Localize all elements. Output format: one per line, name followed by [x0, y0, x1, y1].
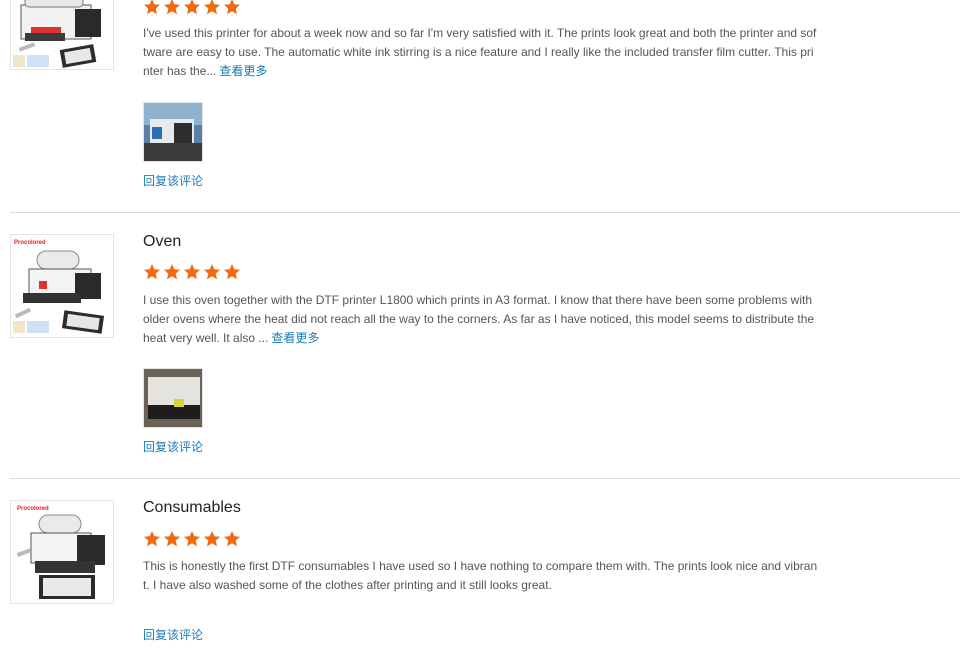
star-icon — [204, 531, 220, 547]
read-more-link[interactable]: 查看更多 — [271, 331, 319, 345]
star-icon — [204, 264, 220, 280]
review-photo[interactable] — [143, 368, 203, 428]
star-icon — [184, 531, 200, 547]
review-text: I've used this printer for about a week … — [143, 24, 819, 81]
reply-link[interactable]: 回复该评论 — [143, 174, 203, 188]
reply-link[interactable]: 回复该评论 — [143, 440, 203, 454]
review-title: Oven — [143, 233, 182, 250]
rating-stars — [143, 530, 241, 548]
review-body: This is honestly the first DTF consumabl… — [143, 559, 818, 592]
photo-image-icon — [144, 369, 202, 427]
product-thumbnail[interactable]: Procolored — [10, 500, 114, 604]
rating-stars — [143, 263, 241, 281]
review-divider — [10, 478, 960, 479]
brand-logo: Procolored — [14, 240, 46, 246]
star-icon — [164, 0, 180, 15]
star-icon — [184, 264, 200, 280]
star-icon — [184, 0, 200, 15]
star-icon — [164, 531, 180, 547]
star-icon — [224, 0, 240, 15]
read-more-link[interactable]: 查看更多 — [219, 64, 267, 78]
star-icon — [144, 0, 160, 15]
star-icon — [144, 531, 160, 547]
review-divider — [10, 212, 960, 213]
reply-link[interactable]: 回复该评论 — [143, 628, 203, 642]
star-icon — [224, 531, 240, 547]
star-icon — [224, 264, 240, 280]
printer-image-icon: Procolored — [13, 240, 105, 334]
review-body: I use this oven together with the DTF pr… — [143, 293, 815, 345]
star-icon — [144, 264, 160, 280]
review-photo[interactable] — [143, 102, 203, 162]
review-title: Consumables — [143, 499, 241, 516]
product-thumbnail[interactable]: Procolored — [10, 234, 114, 338]
photo-image-icon — [144, 103, 202, 161]
printer-image-icon — [13, 0, 101, 68]
review-text: I use this oven together with the DTF pr… — [143, 291, 819, 348]
review-text: This is honestly the first DTF consumabl… — [143, 557, 819, 595]
star-icon — [204, 0, 220, 15]
printer-image-icon: Procolored — [16, 506, 105, 599]
rating-stars — [143, 0, 241, 16]
product-thumbnail[interactable] — [10, 0, 114, 70]
star-icon — [164, 264, 180, 280]
brand-logo: Procolored — [17, 506, 49, 512]
